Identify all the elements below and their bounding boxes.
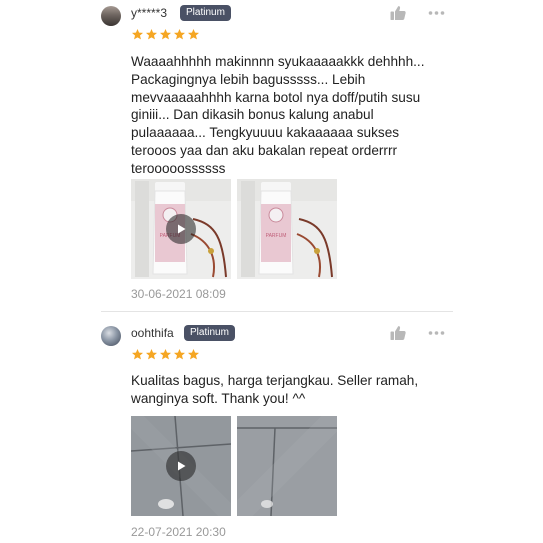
avatar[interactable] — [101, 326, 121, 346]
star-icon — [173, 28, 186, 40]
review-text: Waaaahhhhh makinnnn syukaaaaakkk dehhhh.… — [131, 54, 425, 176]
membership-badge: Platinum — [180, 5, 231, 21]
review-divider — [101, 311, 453, 312]
star-icon — [145, 348, 158, 360]
star-icon — [159, 348, 172, 360]
review-timestamp: 22-07-2021 20:30 — [131, 525, 226, 539]
play-button[interactable] — [166, 214, 196, 244]
star-icon — [131, 348, 144, 360]
review-photo-thumbnail[interactable]: PARFUM — [237, 179, 337, 279]
star-icon — [159, 28, 172, 40]
avatar[interactable] — [101, 6, 121, 26]
floor-photo — [237, 416, 337, 516]
thumbs-up-icon[interactable] — [390, 5, 406, 21]
reviewer-username[interactable]: oohthifa — [131, 326, 174, 340]
star-icon — [173, 348, 186, 360]
star-icon — [187, 28, 200, 40]
review-text: Kualitas bagus, harga terjangkau. Seller… — [131, 373, 419, 406]
star-icon — [187, 348, 200, 360]
play-icon — [178, 461, 186, 471]
more-options-icon[interactable] — [428, 330, 445, 336]
reviewer-username[interactable]: y*****3 — [131, 6, 167, 20]
product-photo: PARFUM — [237, 179, 337, 279]
review-timestamp: 30-06-2021 08:09 — [131, 287, 226, 301]
star-rating — [131, 28, 200, 41]
bottle-label: PARFUM — [266, 233, 287, 239]
thumbs-up-icon[interactable] — [390, 325, 406, 341]
star-icon — [131, 28, 144, 40]
review-photo-thumbnail[interactable] — [237, 416, 337, 516]
more-options-icon[interactable] — [428, 10, 445, 16]
play-button[interactable] — [166, 451, 196, 481]
membership-badge: Platinum — [184, 325, 235, 341]
star-icon — [145, 28, 158, 40]
review-video-thumbnail[interactable] — [131, 416, 231, 516]
star-rating — [131, 348, 200, 361]
play-icon — [178, 224, 186, 234]
review-video-thumbnail[interactable]: PARFUM — [131, 179, 231, 279]
